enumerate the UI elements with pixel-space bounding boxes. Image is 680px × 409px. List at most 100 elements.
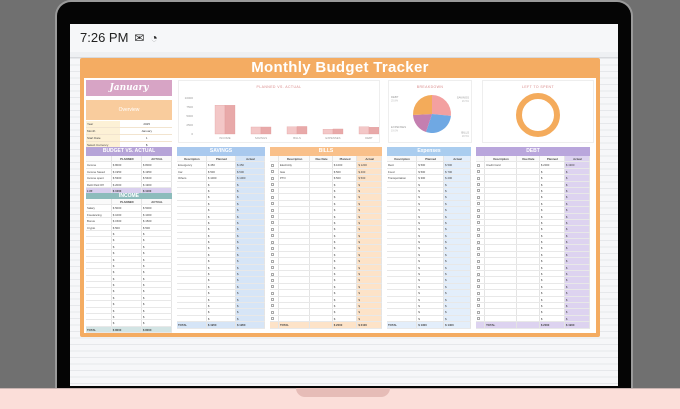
debt-cell[interactable] <box>517 315 540 322</box>
income-cell[interactable]: $ <box>112 294 142 301</box>
savings-cell[interactable]: $ <box>207 181 236 187</box>
bills-cell[interactable] <box>270 290 279 296</box>
expenses-cell[interactable]: $ <box>444 232 471 239</box>
debt-cell[interactable] <box>476 194 486 200</box>
checkbox[interactable] <box>271 246 274 250</box>
income-cell[interactable] <box>86 288 112 294</box>
debt-cell[interactable] <box>476 296 486 302</box>
savings-cell[interactable] <box>177 302 207 309</box>
bills-cell[interactable]: $ <box>333 302 358 309</box>
checkbox[interactable] <box>271 234 274 238</box>
debt-cell[interactable]: $ 1900 <box>564 162 590 168</box>
income-cell[interactable]: $ <box>142 294 172 301</box>
debt-cell[interactable]: $ <box>564 271 590 277</box>
debt-cell[interactable]: $ <box>540 239 565 245</box>
bills-cell[interactable] <box>310 245 333 251</box>
bills-cell[interactable] <box>270 271 279 277</box>
bills-cell[interactable] <box>270 187 279 194</box>
debt-cell[interactable]: $ 2000 <box>540 162 565 168</box>
bills-cell[interactable] <box>310 168 333 175</box>
debt-cell[interactable]: $ <box>564 226 590 232</box>
expenses-cell[interactable] <box>387 239 418 245</box>
income-cell[interactable]: $ <box>112 243 142 250</box>
checkbox[interactable] <box>477 291 480 295</box>
expenses-cell[interactable]: Food <box>387 168 418 175</box>
bills-cell[interactable]: $ <box>333 251 358 258</box>
savings-cell[interactable]: Planned <box>207 156 236 162</box>
expenses-cell[interactable]: $ <box>444 283 471 290</box>
checkbox[interactable] <box>271 285 274 289</box>
bills-cell[interactable]: $ <box>357 219 382 226</box>
debt-cell[interactable] <box>485 277 518 283</box>
bills-cell[interactable] <box>310 162 333 168</box>
savings-cell[interactable]: Description <box>177 156 207 162</box>
savings-cell[interactable]: $ 1000 <box>235 175 265 181</box>
debt-cell[interactable]: $ <box>540 264 565 271</box>
bills-cell[interactable] <box>270 219 279 226</box>
expenses-cell[interactable]: $ <box>417 296 445 302</box>
income-cell[interactable]: $ <box>142 243 172 250</box>
savings-cell[interactable] <box>177 245 207 251</box>
debt-cell[interactable] <box>476 207 486 213</box>
bills-cell[interactable] <box>270 207 279 213</box>
expenses-cell[interactable]: $ <box>444 213 471 219</box>
debt-cell[interactable] <box>476 302 486 309</box>
expenses-cell[interactable]: $ <box>444 271 471 277</box>
bills-cell[interactable] <box>279 219 311 226</box>
bills-cell[interactable]: $ 1000 <box>333 162 358 168</box>
debt-cell[interactable] <box>485 315 518 322</box>
checkbox[interactable] <box>477 221 480 225</box>
debt-cell[interactable] <box>476 219 486 226</box>
savings-cell[interactable]: $ <box>207 258 236 264</box>
debt-cell[interactable] <box>485 207 518 213</box>
debt-cell[interactable] <box>485 296 518 302</box>
debt-cell[interactable]: $ <box>564 277 590 283</box>
savings-cell[interactable] <box>177 271 207 277</box>
debt-cell[interactable] <box>517 194 540 200</box>
bills-cell[interactable] <box>279 213 311 219</box>
debt-cell[interactable] <box>517 277 540 283</box>
debt-cell[interactable]: $ <box>564 200 590 207</box>
debt-cell[interactable]: $ <box>564 207 590 213</box>
income-cell[interactable]: $ <box>142 256 172 262</box>
expenses-cell[interactable]: $ <box>417 200 445 207</box>
savings-cell[interactable]: $ <box>235 251 265 258</box>
expenses-cell[interactable]: $ <box>444 290 471 296</box>
bills-cell[interactable] <box>279 309 311 315</box>
savings-cell[interactable]: $ <box>235 232 265 239</box>
savings-cell[interactable]: $ <box>207 271 236 277</box>
debt-cell[interactable]: $ <box>540 302 565 309</box>
debt-cell[interactable] <box>476 213 486 219</box>
debt-cell[interactable]: $ <box>540 277 565 283</box>
debt-cell[interactable]: $ <box>564 175 590 181</box>
bills-cell[interactable] <box>279 239 311 245</box>
income-cell[interactable] <box>86 243 112 250</box>
expenses-cell[interactable]: $ <box>417 187 445 194</box>
checkbox[interactable] <box>271 278 274 282</box>
income-cell[interactable]: $ 1500 <box>142 218 172 224</box>
income-cell[interactable] <box>86 250 112 256</box>
savings-cell[interactable]: $ <box>235 200 265 207</box>
budget-cell[interactable]: Income Saved <box>86 168 112 175</box>
savings-cell[interactable]: $ 1950 <box>235 322 265 328</box>
savings-cell[interactable]: Car <box>177 168 207 175</box>
income-cell[interactable]: Bonus <box>86 218 112 224</box>
debt-cell[interactable] <box>517 213 540 219</box>
budget-cell[interactable]: Income spent <box>86 175 112 181</box>
debt-cell[interactable]: $ <box>540 283 565 290</box>
bills-cell[interactable] <box>270 277 279 283</box>
income-cell[interactable]: $ <box>142 250 172 256</box>
savings-cell[interactable]: $ <box>207 296 236 302</box>
expenses-cell[interactable] <box>387 200 418 207</box>
bills-cell[interactable] <box>279 264 311 271</box>
income-cell[interactable]: Freelancing <box>86 211 112 218</box>
savings-cell[interactable]: $ <box>207 277 236 283</box>
debt-cell[interactable] <box>476 168 486 175</box>
income-cell[interactable]: $ 500 <box>112 224 142 230</box>
debt-cell[interactable] <box>485 187 518 194</box>
budget-cell[interactable]: $ 5400 <box>142 175 172 181</box>
expenses-cell[interactable] <box>387 187 418 194</box>
income-cell[interactable]: $ 5000 <box>112 205 142 211</box>
expenses-cell[interactable] <box>387 181 418 187</box>
debt-cell[interactable] <box>485 226 518 232</box>
